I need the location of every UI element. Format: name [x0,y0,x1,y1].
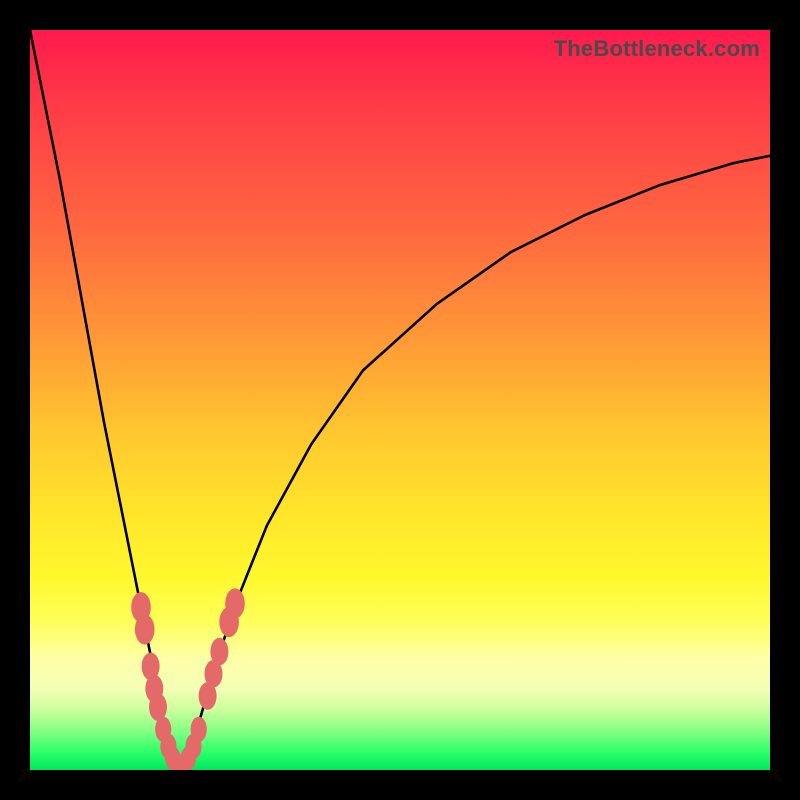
curve-bead [145,675,163,703]
watermark-text: TheBottleneck.com [554,36,760,62]
curve-bead [219,607,239,637]
curve-bead [160,734,176,759]
curve-bead [155,717,171,742]
curve-bead [170,754,185,770]
curve-bead [185,734,201,759]
curve-bead [165,746,180,770]
curve-bead [176,754,191,770]
curve-beads [131,588,245,770]
curve-bead [135,614,155,644]
curve-bead [191,717,207,742]
curve-bead [210,638,228,666]
curve-bead [181,746,196,770]
curve-bead [131,592,151,622]
curve-bead [149,693,167,721]
plot-area: TheBottleneck.com [30,30,770,770]
curve-path [30,30,770,766]
curve-bead [205,660,223,688]
curve-bead [142,653,160,681]
curve-bead [199,682,217,710]
chart-frame: TheBottleneck.com [0,0,800,800]
curve-bead [225,588,245,618]
bottleneck-curve [30,30,770,770]
